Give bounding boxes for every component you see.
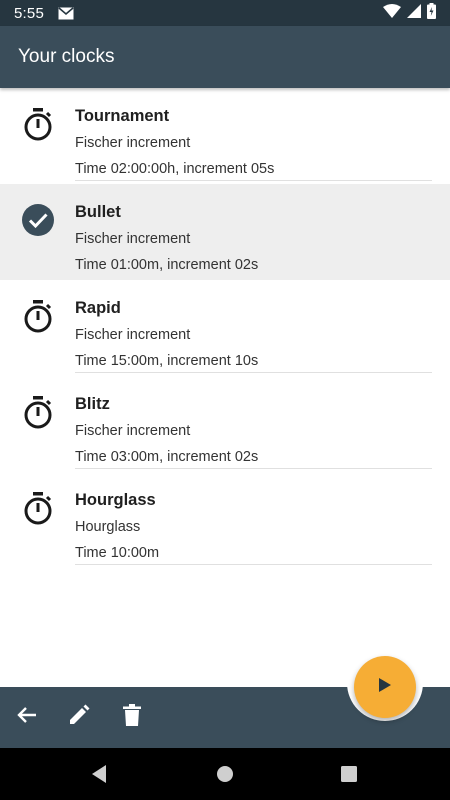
clock-mode: Fischer increment: [75, 327, 191, 343]
clock-detail: Time 01:00m, increment 02s: [75, 257, 259, 273]
status-bar: 5:55: [0, 0, 450, 26]
check-circle-icon: [20, 202, 56, 238]
clock-list-item[interactable]: Tournament Fischer increment Time 02:00:…: [0, 88, 450, 184]
clock-mode: Fischer increment: [75, 135, 191, 151]
signal-icon: [407, 4, 421, 22]
clock-mode: Fischer increment: [75, 231, 191, 247]
clock-name: Hourglass: [75, 491, 156, 509]
clock-mode: Fischer increment: [75, 423, 191, 439]
clock-detail: Time 03:00m, increment 02s: [75, 449, 259, 465]
clock-name: Tournament: [75, 107, 170, 125]
clock-list-item-selected[interactable]: Bullet Fischer increment Time 01:00m, in…: [0, 184, 450, 280]
edit-icon: [68, 704, 90, 731]
wifi-icon: [383, 4, 401, 22]
battery-charging-icon: [427, 3, 436, 23]
app-bar: Your clocks: [0, 26, 450, 88]
clock-list-item[interactable]: Rapid Fischer increment Time 15:00m, inc…: [0, 280, 450, 376]
back-arrow-icon: [16, 704, 38, 731]
clock-detail: Time 02:00:00h, increment 05s: [75, 161, 275, 177]
stopwatch-icon: [20, 106, 56, 142]
delete-icon: [123, 703, 141, 731]
back-button[interactable]: [13, 703, 41, 731]
clock-name: Rapid: [75, 299, 121, 317]
clock-name: Bullet: [75, 203, 121, 221]
delete-button[interactable]: [118, 703, 146, 731]
start-clock-button[interactable]: [354, 656, 416, 718]
mail-notification-icon: [58, 6, 74, 20]
nav-back-icon[interactable]: [88, 762, 112, 786]
stopwatch-icon: [20, 394, 56, 430]
stopwatch-icon: [20, 298, 56, 334]
divider: [75, 564, 432, 565]
clock-detail: Time 15:00m, increment 10s: [75, 353, 259, 369]
play-icon: [378, 677, 392, 698]
status-time: 5:55: [14, 4, 44, 22]
system-navigation-bar: [0, 748, 450, 800]
divider: [75, 468, 432, 469]
nav-home-icon[interactable]: [213, 762, 237, 786]
clock-list-item[interactable]: Blitz Fischer increment Time 03:00m, inc…: [0, 376, 450, 472]
clock-list-item[interactable]: Hourglass Hourglass Time 10:00m: [0, 472, 450, 568]
page-title: Your clocks: [18, 46, 115, 67]
divider: [75, 372, 432, 373]
status-icons: [383, 3, 436, 23]
edit-button[interactable]: [65, 703, 93, 731]
clock-detail: Time 10:00m: [75, 545, 160, 561]
clock-name: Blitz: [75, 395, 110, 413]
clock-list: Tournament Fischer increment Time 02:00:…: [0, 88, 450, 568]
nav-recents-icon[interactable]: [337, 762, 361, 786]
divider: [75, 180, 432, 181]
clock-mode: Hourglass: [75, 519, 141, 535]
stopwatch-icon: [20, 490, 56, 526]
